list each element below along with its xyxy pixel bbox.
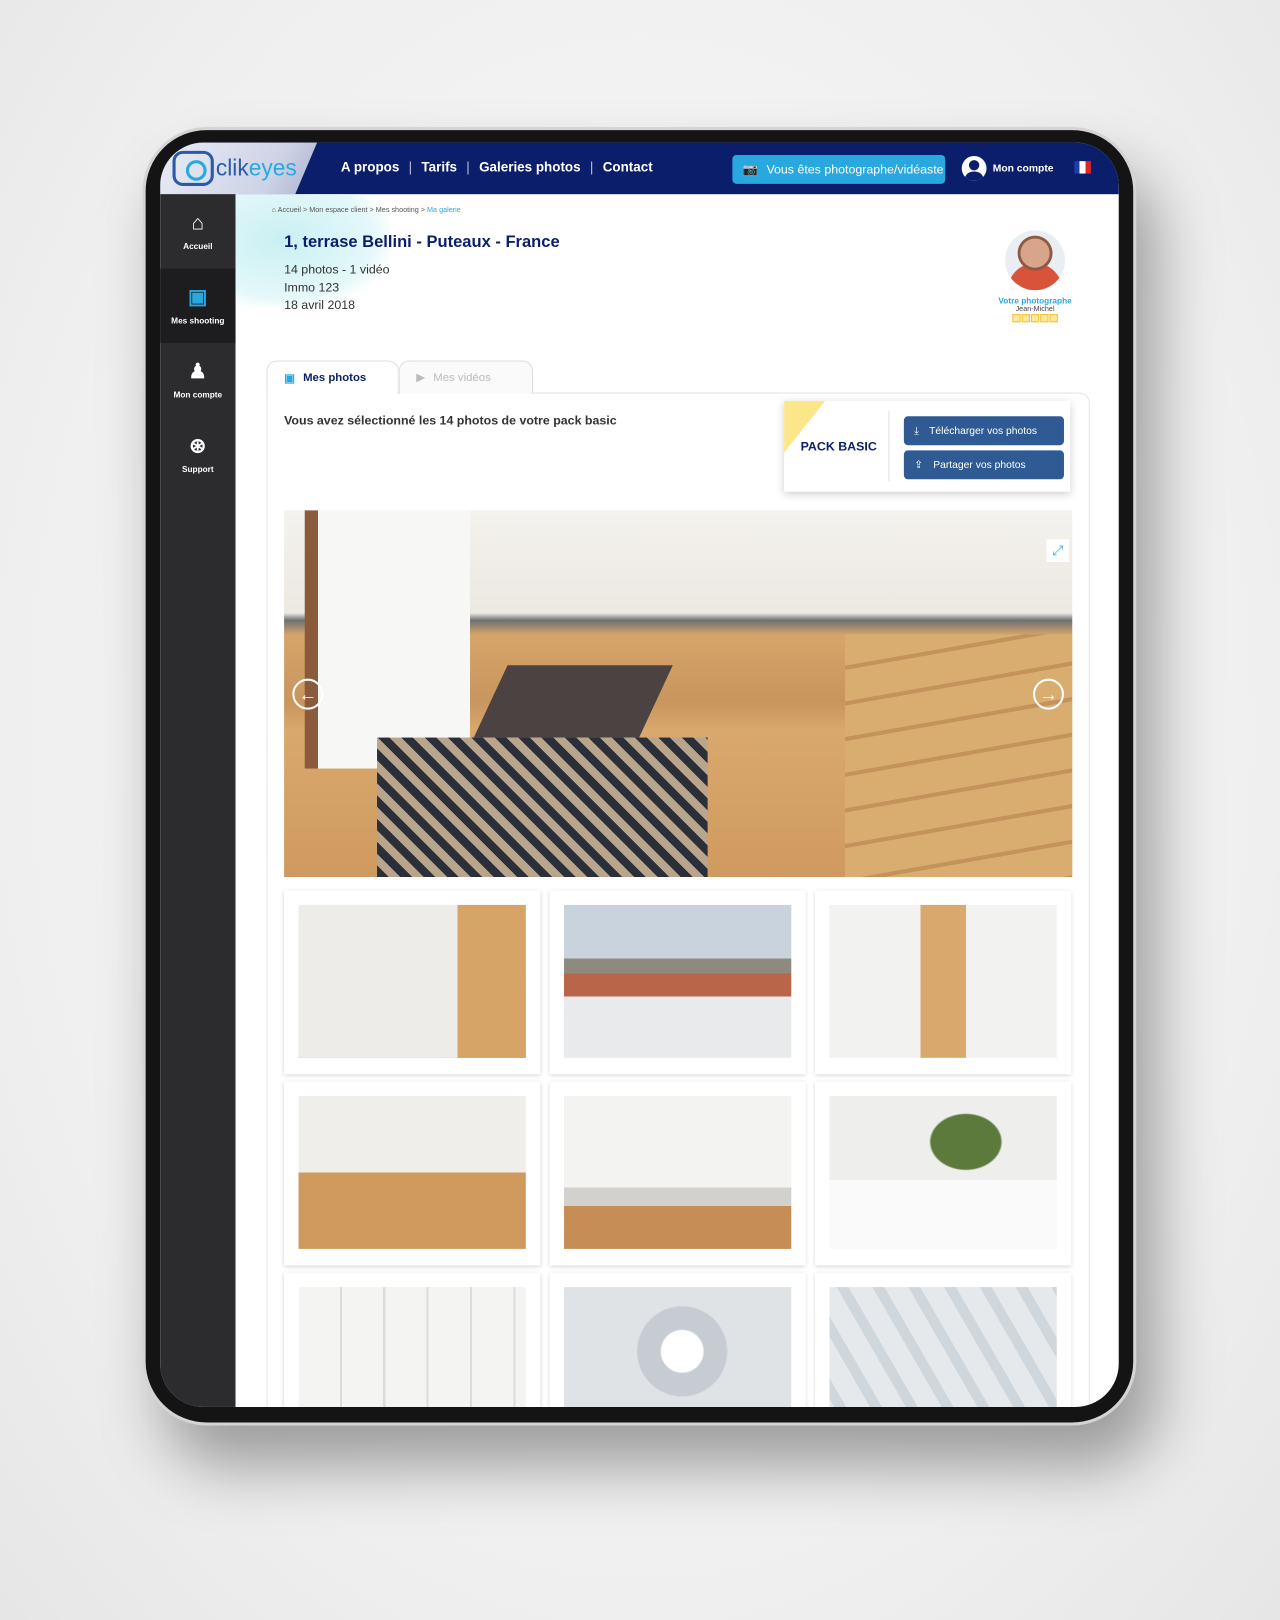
sidebar-item-accueil[interactable]: ⌂ Accueil — [160, 194, 235, 268]
top-navbar: clikeyes A propos | Tarifs | Galeries phot… — [160, 142, 1119, 195]
breadcrumb-item[interactable]: Mes shooting — [376, 207, 419, 214]
camera-logo-icon — [172, 150, 214, 186]
photo-thumbnail[interactable] — [284, 1081, 541, 1266]
star-icon — [1030, 314, 1040, 323]
photographer-name: Jean-Michel — [1015, 305, 1055, 313]
sidebar-item-mon-compte[interactable]: ♟ Mon compte — [160, 343, 235, 417]
photo-thumbnail[interactable] — [284, 1272, 541, 1407]
download-photos-button[interactable]: ⤓ Télécharger vos photos — [903, 416, 1064, 446]
tab-mes-photos[interactable]: ▣ Mes photos — [266, 360, 399, 395]
breadcrumb-item[interactable]: Mon espace client — [309, 207, 367, 214]
photographer-card[interactable]: Votre photographe Jean-Michel — [987, 230, 1084, 323]
camera-icon: 📷 — [742, 162, 759, 177]
sidebar-label: Accueil — [183, 241, 213, 251]
photo-thumbnail[interactable] — [549, 1272, 806, 1407]
main-photo[interactable]: ← → ⤢ — [284, 510, 1073, 878]
nav-link-contact[interactable]: Contact — [603, 159, 653, 174]
video-icon: ▶ — [416, 371, 426, 385]
sidebar-label: Mes shooting — [171, 315, 225, 325]
divider — [888, 411, 890, 482]
thumbnail-image — [298, 904, 526, 1058]
share-icon: ⇪ — [914, 459, 923, 471]
logo[interactable]: clikeyes — [172, 150, 297, 186]
photographer-label: Votre photographe — [998, 296, 1072, 306]
tab-label: Mes vidéos — [433, 371, 491, 384]
breadcrumb-item[interactable]: Accueil — [278, 207, 301, 214]
user-avatar-icon — [961, 155, 987, 181]
photo-thumbnail[interactable] — [549, 890, 806, 1075]
photographer-avatar — [1005, 230, 1066, 291]
logo-text-b: eyes — [248, 154, 297, 181]
star-icon — [1012, 314, 1021, 323]
lifebuoy-icon: ⊛ — [189, 434, 207, 458]
pack-name: PACK BASIC — [800, 439, 877, 454]
photo-rug — [377, 737, 708, 878]
fullscreen-icon[interactable]: ⤢ — [1046, 539, 1070, 562]
thumbnail-image — [564, 1096, 792, 1249]
share-label: Partager vos photos — [933, 459, 1026, 471]
home-icon: ⌂ — [191, 211, 205, 234]
share-photos-button[interactable]: ⇪ Partager vos photos — [903, 450, 1064, 480]
photos-icon: ▣ — [284, 372, 295, 385]
download-label: Télécharger vos photos — [929, 425, 1038, 437]
tab-label: Mes photos — [303, 371, 367, 385]
photo-window — [304, 510, 471, 769]
thumbnail-image — [298, 1096, 526, 1249]
photo-thumbnail[interactable] — [815, 890, 1072, 1075]
nav-link-galeries[interactable]: Galeries photos — [479, 159, 580, 174]
shooting-info: 14 photos - 1 vidéo Immo 123 18 avril 20… — [284, 261, 389, 314]
sidebar-label: Support — [181, 464, 214, 474]
photographer-button-label: Vous êtes photographe/vidéaste — [766, 162, 944, 177]
shooting-reference: Immo 123 — [284, 279, 340, 295]
photographer-button[interactable]: 📷 Vous êtes photographe/vidéaste — [732, 154, 946, 184]
rating-stars — [987, 314, 1084, 323]
logo-text-a: clik — [215, 154, 249, 181]
sidebar: ⌂ Accueil ▣ Mes shooting ♟ Mon compte ⊛ Supp… — [160, 194, 236, 1407]
user-icon: ♟ — [188, 360, 208, 383]
thumbnail-image — [829, 1096, 1057, 1249]
shooting-date: 18 avril 2018 — [284, 297, 356, 312]
star-icon — [1021, 314, 1030, 323]
previous-arrow-icon[interactable]: ← — [292, 678, 324, 710]
photo-stairs — [844, 634, 1073, 878]
pack-card: PACK BASIC ⤓ Télécharger vos photos ⇪ Part… — [784, 400, 1071, 492]
next-arrow-icon[interactable]: → — [1033, 678, 1064, 710]
sidebar-item-mes-shooting[interactable]: ▣ Mes shooting — [160, 268, 236, 343]
thumbnail-image — [829, 904, 1057, 1058]
photo-thumbnail[interactable] — [549, 1081, 806, 1266]
tab-mes-videos[interactable]: ▶ Mes vidéos — [398, 360, 534, 394]
star-icon — [1040, 314, 1049, 323]
selection-text: Vous avez sélectionné les 14 photos de v… — [284, 413, 617, 428]
thumbnail-image — [829, 1287, 1057, 1407]
nav-links: A propos | Tarifs | Galeries photos | Conta… — [340, 159, 653, 175]
photo-table — [473, 665, 673, 738]
sidebar-label: Mon compte — [173, 389, 223, 400]
nav-link-apropos[interactable]: A propos — [341, 159, 399, 174]
account-label: Mon compte — [992, 162, 1054, 175]
photo-thumbnail[interactable] — [284, 890, 541, 1075]
thumbnail-image — [564, 1287, 792, 1407]
nav-link-tarifs[interactable]: Tarifs — [421, 159, 457, 174]
sidebar-item-support[interactable]: ⊛ Support — [160, 417, 235, 491]
screen: clikeyes A propos | Tarifs | Galeries phot… — [160, 142, 1119, 1407]
media-count: 14 photos - 1 vidéo — [284, 262, 390, 277]
star-icon — [1049, 314, 1058, 323]
logo-text: clikeyes — [216, 155, 297, 182]
account-menu[interactable]: Mon compte — [961, 155, 1054, 181]
page-title: 1, terrase Bellini - Puteaux - France — [284, 233, 560, 252]
photo-thumbnail[interactable] — [815, 1081, 1072, 1266]
breadcrumb-current: Ma galerie — [427, 206, 461, 214]
breadcrumb: ⌂ Accueil > Mon espace client > Mes shoo… — [271, 206, 461, 214]
french-flag-icon[interactable] — [1074, 161, 1091, 174]
photo-thumbnail[interactable] — [815, 1272, 1072, 1407]
thumbnail-image — [298, 1287, 526, 1407]
download-icon: ⤓ — [914, 425, 919, 437]
thumbnail-image — [564, 904, 792, 1058]
photos-icon: ▣ — [188, 285, 208, 309]
